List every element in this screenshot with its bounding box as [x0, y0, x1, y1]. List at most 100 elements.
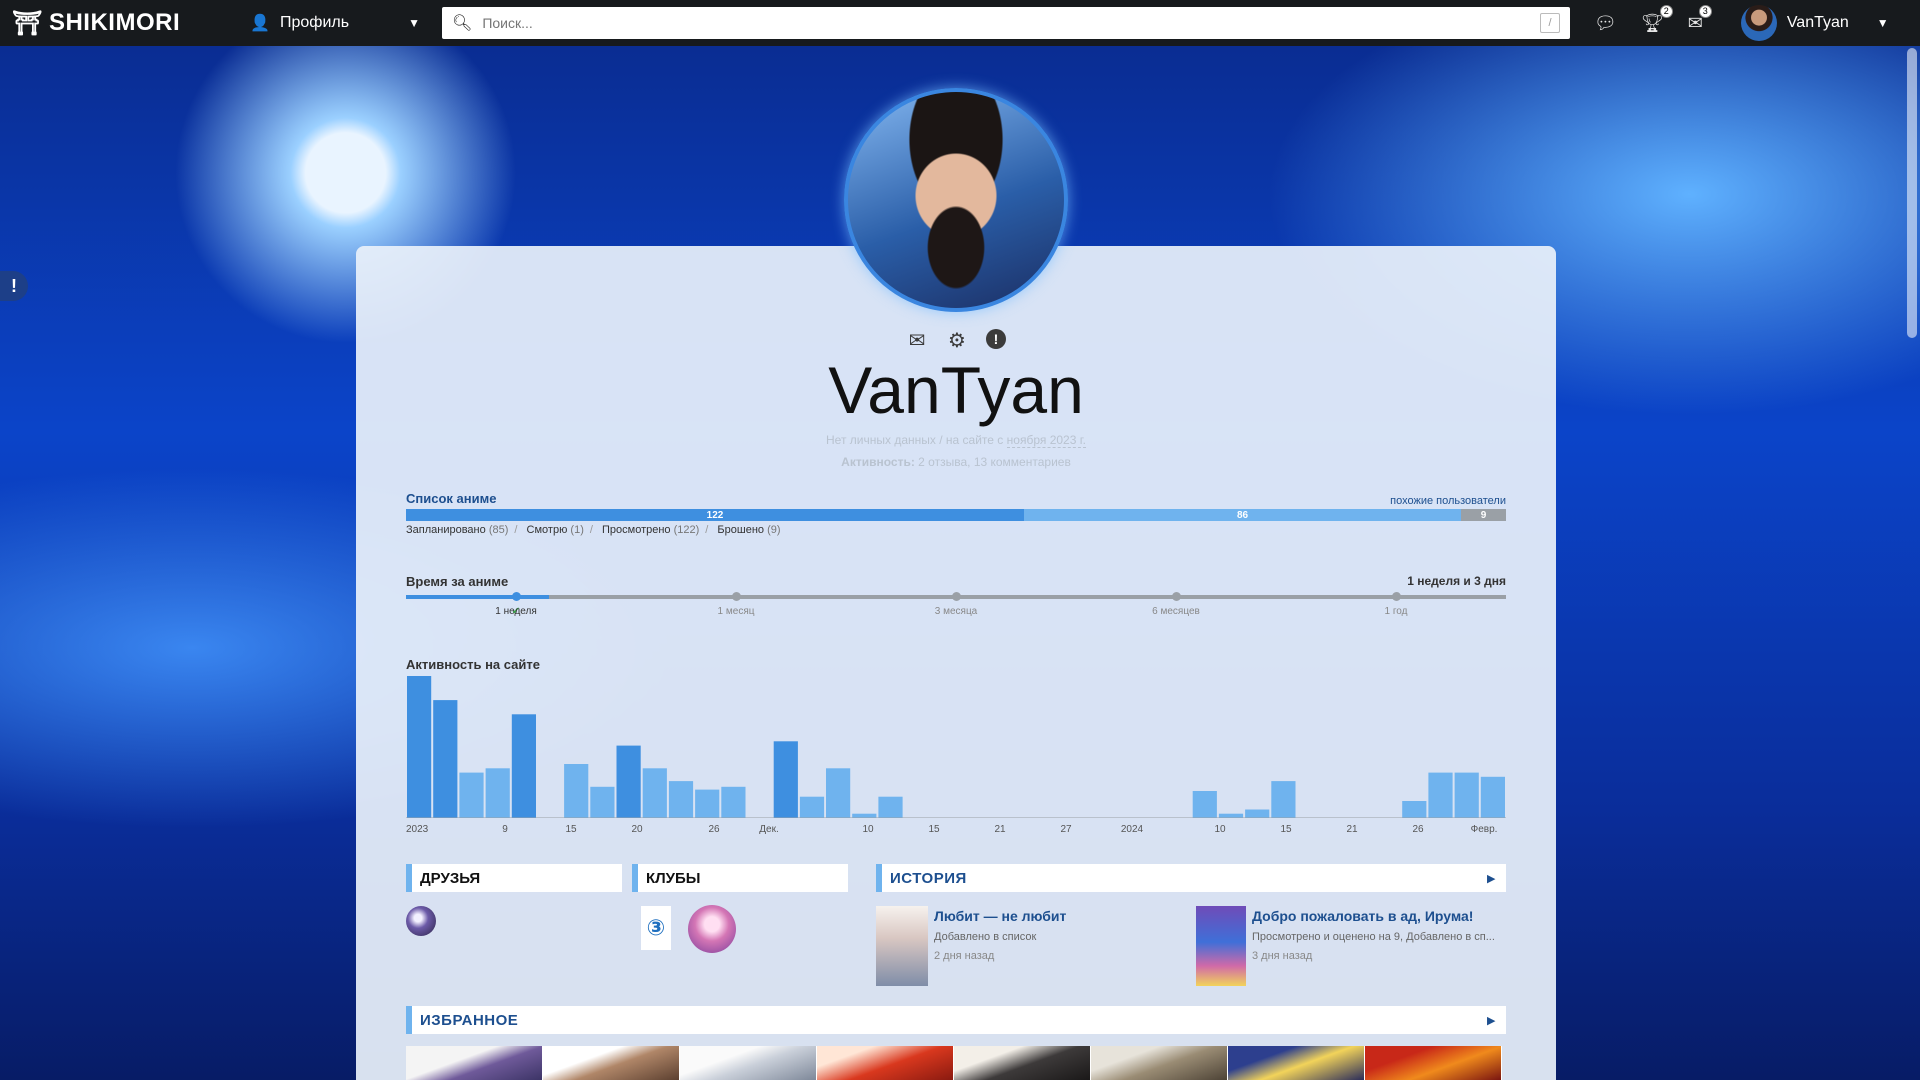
activity-bar[interactable]: [1192, 791, 1217, 818]
activity-tick-label: 21: [994, 824, 1006, 835]
user-icon: 👤: [250, 15, 270, 32]
history-poster[interactable]: [1196, 906, 1246, 986]
page-scrollbar[interactable]: [1904, 46, 1920, 1080]
activity-bar[interactable]: [1428, 772, 1453, 818]
activity-tick-label: 26: [1412, 824, 1424, 835]
reviews-link[interactable]: 2 отзыва: [918, 455, 967, 469]
comments-link[interactable]: 13 комментариев: [974, 455, 1071, 469]
list-bar-dropped[interactable]: 9: [1461, 509, 1506, 521]
activity-bar[interactable]: [668, 781, 694, 818]
anime-list-legend: Запланировано (85) / Смотрю (1) / Просмотр…: [406, 524, 781, 536]
favorites-strip: [406, 1046, 1506, 1080]
profile-activity-line: Активность: 2 отзыва, 13 комментариев: [841, 455, 1071, 469]
user-menu-name: VanTyan: [1786, 14, 1849, 31]
history-item-title[interactable]: Добро пожаловать в ад, Ирума!: [1252, 908, 1495, 924]
shikimori-logo[interactable]: ⛩ SHIKIMORI: [12, 9, 232, 38]
time-mark-dot: [1172, 592, 1181, 601]
caret-right-icon: ▶: [1487, 872, 1496, 885]
favorite-item[interactable]: [954, 1046, 1091, 1080]
history-poster[interactable]: [876, 906, 928, 986]
favorite-item[interactable]: [680, 1046, 817, 1080]
activity-bar[interactable]: [1245, 809, 1270, 819]
legend-watching[interactable]: Смотрю (1): [527, 524, 584, 536]
search-hotkey-hint: /: [1540, 13, 1560, 33]
activity-bar[interactable]: [1402, 801, 1427, 818]
anime-list-bar: 122 86 9: [406, 509, 1506, 521]
feedback-button[interactable]: !: [0, 271, 28, 301]
activity-bar[interactable]: [511, 714, 536, 818]
user-menu-dropdown[interactable]: VanTyan ▼: [1740, 5, 1889, 41]
profile-info-line: Нет личных данных / на сайте с ноября 20…: [0, 433, 1912, 448]
legend-dropped[interactable]: Брошено (9): [717, 524, 780, 536]
favorite-item[interactable]: [543, 1046, 680, 1080]
activity-bar[interactable]: [485, 768, 510, 818]
friends-header[interactable]: ДРУЗЬЯ: [406, 864, 622, 892]
favorites-title: ИЗБРАННОЕ: [420, 1011, 519, 1029]
history-item-title[interactable]: Любит — не любит: [934, 908, 1066, 924]
scrollbar-thumb[interactable]: [1907, 48, 1917, 338]
activity-bar[interactable]: [1271, 781, 1296, 818]
activity-bar[interactable]: [616, 745, 641, 818]
activity-bar[interactable]: [433, 700, 458, 818]
activity-tick-label: 21: [1346, 824, 1358, 835]
favorite-item[interactable]: [1091, 1046, 1228, 1080]
mail-icon[interactable]: ✉: [906, 329, 928, 352]
list-bar-planned[interactable]: 86: [1024, 509, 1461, 521]
activity-chart: 2023 9 15 20 26 Дек. 10 15 21 27 2024 10 15 21 26 Февр.: [406, 676, 1506, 835]
activity-tick-label: 10: [862, 824, 874, 835]
profile-avatar: [844, 88, 1068, 312]
history-item-time: 2 дня назад: [934, 950, 995, 962]
club-avatar[interactable]: [688, 905, 736, 953]
achievements-badge: 2: [1659, 4, 1673, 18]
activity-bar[interactable]: [1454, 772, 1479, 818]
activity-bar[interactable]: [1480, 776, 1505, 818]
profile-menu-dropdown[interactable]: 👤 Профиль ▼: [250, 13, 430, 33]
legend-planned[interactable]: Запланировано (85): [406, 524, 508, 536]
forum-icon[interactable]: 💬︎: [1594, 13, 1617, 34]
achievements-icon[interactable]: 🏆︎ 2: [1641, 4, 1673, 34]
history-header[interactable]: ИСТОРИЯ ▶: [876, 864, 1506, 892]
activity-tick-label: 20: [631, 824, 643, 835]
favorite-item[interactable]: [817, 1046, 954, 1080]
list-bar-watched[interactable]: 122: [406, 509, 1024, 521]
activity-bar[interactable]: [590, 786, 615, 818]
anime-list-title[interactable]: Список аниме: [406, 491, 496, 506]
search-input[interactable]: [482, 15, 1540, 31]
logo-icon: ⛩: [12, 9, 43, 37]
activity-bar[interactable]: [721, 786, 746, 818]
favorite-item[interactable]: [406, 1046, 543, 1080]
chevron-down-icon: ▼: [1876, 16, 1889, 30]
history-item: Любит — не любит Добавлено в список 2 дн…: [876, 906, 1066, 986]
activity-bar[interactable]: [878, 796, 903, 818]
activity-tick-label: 15: [928, 824, 940, 835]
activity-bar[interactable]: [826, 768, 851, 818]
history-item-time: 3 дня назад: [1252, 950, 1313, 962]
clubs-header[interactable]: КЛУБЫ: [632, 864, 848, 892]
activity-bar[interactable]: [695, 789, 720, 818]
favorites-header[interactable]: ИЗБРАННОЕ ▶: [406, 1006, 1506, 1034]
gear-icon[interactable]: ⚙: [946, 329, 968, 352]
activity-bar[interactable]: [1218, 813, 1244, 818]
css3-icon[interactable]: ③: [641, 906, 671, 950]
anime-time-track: [406, 592, 1506, 601]
activity-bar[interactable]: [459, 772, 484, 818]
legend-completed[interactable]: Просмотрено (122): [602, 524, 699, 536]
activity-tick-label: 2023: [406, 824, 429, 835]
similar-users-link[interactable]: похожие пользователи: [1390, 495, 1506, 507]
search-box: 🔍︎ /: [442, 7, 1570, 39]
activity-bar[interactable]: [407, 676, 432, 818]
messages-icon[interactable]: ✉ 3: [1688, 4, 1712, 34]
favorite-item[interactable]: [1365, 1046, 1502, 1080]
logo-text: SHIKIMORI: [48, 9, 181, 36]
activity-bar[interactable]: [564, 764, 589, 818]
activity-bar[interactable]: [799, 796, 825, 818]
history-item-desc: Просмотрено и оценено на 9, Добавлено в …: [1252, 931, 1495, 943]
favorite-item[interactable]: [1228, 1046, 1365, 1080]
activity-bar[interactable]: [852, 813, 877, 818]
friend-avatar[interactable]: [406, 906, 436, 936]
report-icon[interactable]: !: [986, 329, 1006, 349]
anime-time-total: 1 неделя и 3 дня: [1407, 574, 1506, 588]
activity-bar[interactable]: [642, 768, 667, 818]
on-site-since-prefix: на сайте с: [945, 433, 1004, 447]
activity-bar[interactable]: [773, 741, 798, 818]
